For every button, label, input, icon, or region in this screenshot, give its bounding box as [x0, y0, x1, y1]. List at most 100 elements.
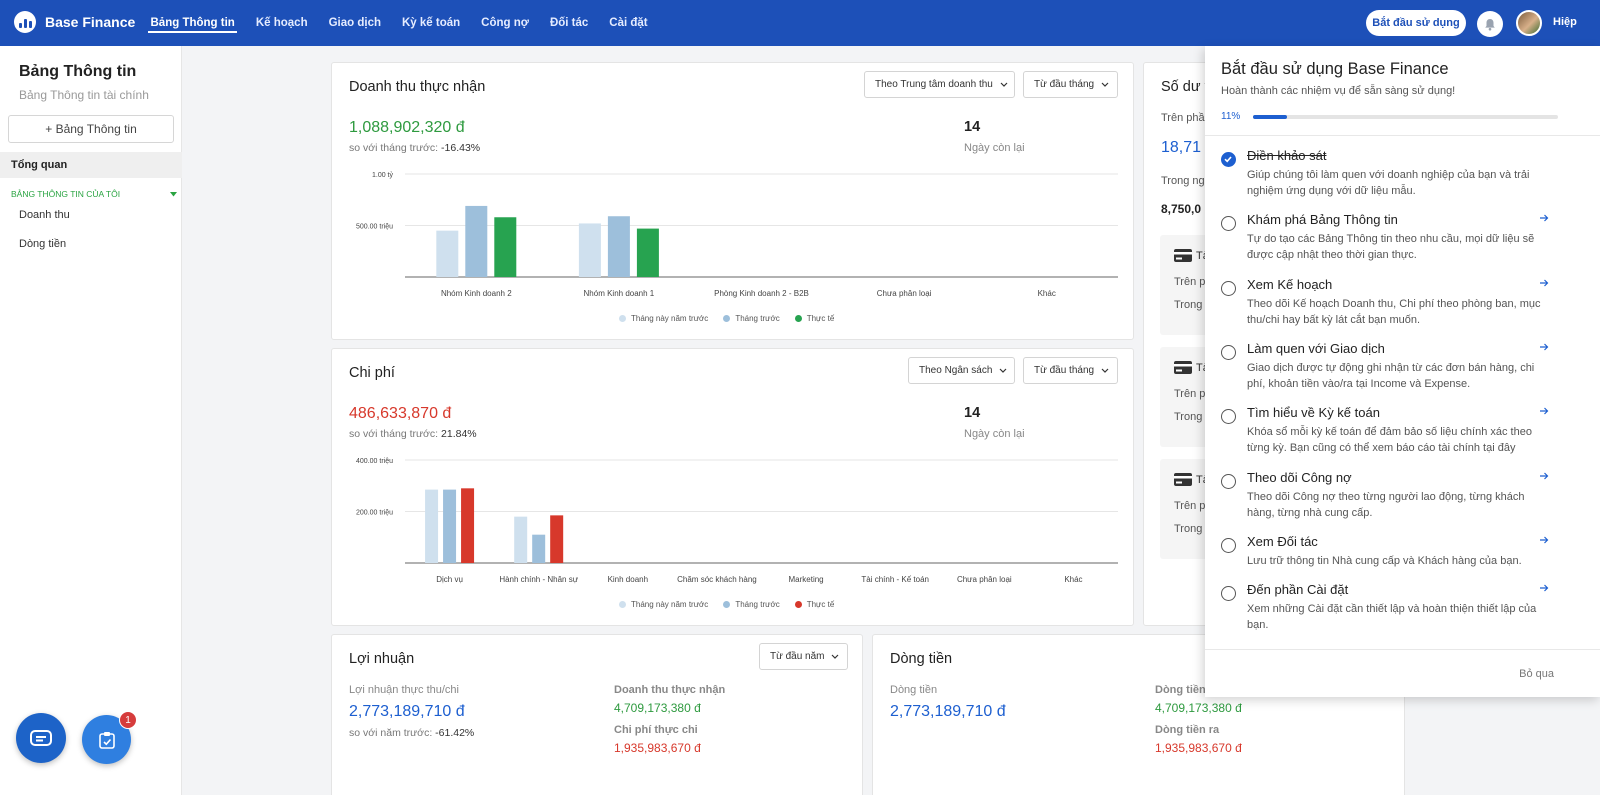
balance-row2-value: 8,750,0	[1161, 202, 1202, 216]
bar[interactable]	[636, 228, 659, 277]
bar[interactable]	[607, 216, 630, 277]
select-value: Từ đầu năm	[770, 651, 825, 662]
caret-down-icon	[170, 191, 177, 196]
x-tick-label: Chưa phân loại	[957, 575, 1012, 584]
arrow-right-icon[interactable]	[1539, 212, 1549, 226]
y-tick-label: 200.00 triệu	[356, 510, 393, 517]
expense-group-select[interactable]: Theo Ngân sách	[908, 357, 1015, 384]
task-title: Làm quen với Giao dịch	[1247, 341, 1385, 356]
nav-dashboard[interactable]: Bảng Thông tin	[140, 0, 245, 46]
unchecked-circle-icon[interactable]	[1221, 538, 1236, 553]
x-tick-label: Marketing	[789, 575, 824, 584]
unchecked-circle-icon[interactable]	[1221, 409, 1236, 424]
legend-label: Tháng trước	[735, 600, 780, 609]
brand-logo[interactable]: Base Finance	[14, 11, 135, 33]
legend-label: Thực tế	[806, 600, 835, 609]
task-description: Xem những Cài đặt cần thiết lập và hoàn …	[1247, 603, 1537, 631]
profit-compare: so với năm trước: -61.42%	[349, 727, 474, 739]
add-dashboard-button[interactable]: + Bảng Thông tin	[8, 115, 174, 143]
onboarding-footer: Bỏ qua	[1205, 649, 1600, 697]
nav-partners[interactable]: Đối tác	[539, 0, 598, 46]
get-started-button[interactable]: Bắt đầu sử dụng	[1366, 10, 1466, 36]
sidebar-title: Bảng Thông tin	[19, 63, 137, 80]
notification-badge: 1	[119, 711, 137, 729]
compare-value: -61.42%	[435, 727, 475, 739]
nav-settings[interactable]: Cài đặt	[599, 0, 658, 46]
profit-revenue-label: Doanh thu thực nhận	[614, 684, 726, 696]
onboarding-title: Bắt đầu sử dụng Base Finance	[1221, 60, 1449, 78]
task-title: Tìm hiểu về Kỳ kế toán	[1247, 405, 1380, 420]
legend-item: Thực tế	[794, 600, 835, 609]
balance-row2-label: Trong ng	[1161, 175, 1205, 187]
logo-icon	[14, 11, 36, 33]
user-name[interactable]: Hiệp	[1553, 16, 1577, 28]
expense-title: Chi phí	[349, 365, 395, 381]
arrow-right-icon[interactable]	[1539, 277, 1549, 291]
nav-debt[interactable]: Công nợ	[471, 0, 540, 46]
bar[interactable]	[465, 205, 488, 277]
arrow-right-icon[interactable]	[1539, 534, 1549, 548]
arrow-right-icon[interactable]	[1539, 341, 1549, 355]
bar[interactable]	[494, 217, 517, 277]
bar[interactable]	[550, 515, 564, 563]
bell-icon[interactable]	[1477, 11, 1503, 37]
revenue-card: Doanh thu thực nhận Theo Trung tâm doanh…	[331, 62, 1134, 340]
task-description: Giao dịch được tự động ghi nhận từ các đ…	[1247, 362, 1535, 390]
task-description: Theo dõi Kế hoạch Doanh thu, Chi phí the…	[1247, 298, 1541, 326]
expense-chart: 400.00 triệu 200.00 triệu Dịch vụ Hành chín…	[356, 458, 1118, 584]
arrow-right-icon[interactable]	[1539, 405, 1549, 419]
sidebar-section-my-dashboards[interactable]: BẢNG THÔNG TIN CỦA TÔI	[11, 189, 177, 199]
nav-accounting-period[interactable]: Kỳ kế toán	[392, 0, 471, 46]
sidebar-item-revenue[interactable]: Doanh thu	[19, 209, 70, 221]
arrow-right-icon[interactable]	[1539, 582, 1549, 596]
expense-days-num: 14	[964, 405, 981, 421]
expense-card: Chi phí Theo Ngân sách Từ đầu tháng 486,…	[331, 348, 1134, 626]
x-tick-label: Kinh doanh	[608, 575, 648, 584]
divider	[1205, 135, 1600, 136]
revenue-chart: 1.00 tỷ 500.00 triệu Nhóm Kinh doanh 2 Nhóm…	[356, 172, 1118, 298]
balance-row1-value: 18,71	[1161, 139, 1202, 156]
arrow-right-icon[interactable]	[1539, 470, 1549, 484]
progress-fill	[1253, 115, 1287, 119]
bar[interactable]	[514, 516, 528, 563]
balance-row1-label: Trên phầ	[1161, 112, 1205, 124]
legend-label: Tháng trước	[735, 314, 780, 323]
nav-plan[interactable]: Kế hoạch	[245, 0, 318, 46]
sidebar: Bảng Thông tin Bảng Thông tin tài chính …	[0, 46, 182, 795]
y-tick-label: 400.00 triệu	[356, 458, 393, 465]
skip-button[interactable]: Bỏ qua	[1519, 668, 1554, 680]
revenue-period-select[interactable]: Từ đầu tháng	[1023, 71, 1118, 98]
revenue-group-select[interactable]: Theo Trung tâm doanh thu	[864, 71, 1015, 98]
unchecked-circle-icon[interactable]	[1221, 586, 1236, 601]
revenue-amount: 1,088,902,320 đ	[349, 119, 465, 136]
chevron-down-icon	[831, 654, 839, 659]
credit-card-icon	[1174, 361, 1192, 374]
bar[interactable]	[443, 489, 457, 563]
top-bar: Base Finance Bảng Thông tin Kế hoạch Gia…	[0, 0, 1600, 46]
compare-value: 21.84%	[441, 428, 477, 440]
profit-period-select[interactable]: Từ đầu năm	[759, 643, 848, 670]
sidebar-item-cashflow[interactable]: Dòng tiền	[19, 238, 66, 250]
bar[interactable]	[461, 488, 475, 563]
balance-title: Số dư t	[1161, 79, 1209, 95]
sidebar-item-overview[interactable]: Tổng quan	[0, 152, 182, 178]
x-tick-label: Tài chính - Kế toán	[861, 575, 929, 584]
unchecked-circle-icon[interactable]	[1221, 345, 1236, 360]
revenue-compare: so với tháng trước: -16.43%	[349, 142, 480, 154]
bar[interactable]	[578, 223, 601, 277]
bar[interactable]	[425, 489, 439, 563]
unchecked-circle-icon[interactable]	[1221, 474, 1236, 489]
bar[interactable]	[436, 230, 459, 277]
credit-card-icon	[1174, 473, 1192, 486]
nav-transactions[interactable]: Giao dịch	[318, 0, 391, 46]
account-line: Trên p	[1174, 276, 1206, 288]
expense-period-select[interactable]: Từ đầu tháng	[1023, 357, 1118, 384]
unchecked-circle-icon[interactable]	[1221, 216, 1236, 231]
compare-label: so với tháng trước:	[349, 428, 439, 440]
bar[interactable]	[532, 534, 546, 563]
unchecked-circle-icon[interactable]	[1221, 281, 1236, 296]
checked-circle-icon[interactable]	[1221, 152, 1236, 167]
select-value: Theo Trung tâm doanh thu	[875, 79, 993, 90]
chat-button[interactable]	[16, 713, 66, 763]
avatar[interactable]	[1516, 10, 1542, 36]
